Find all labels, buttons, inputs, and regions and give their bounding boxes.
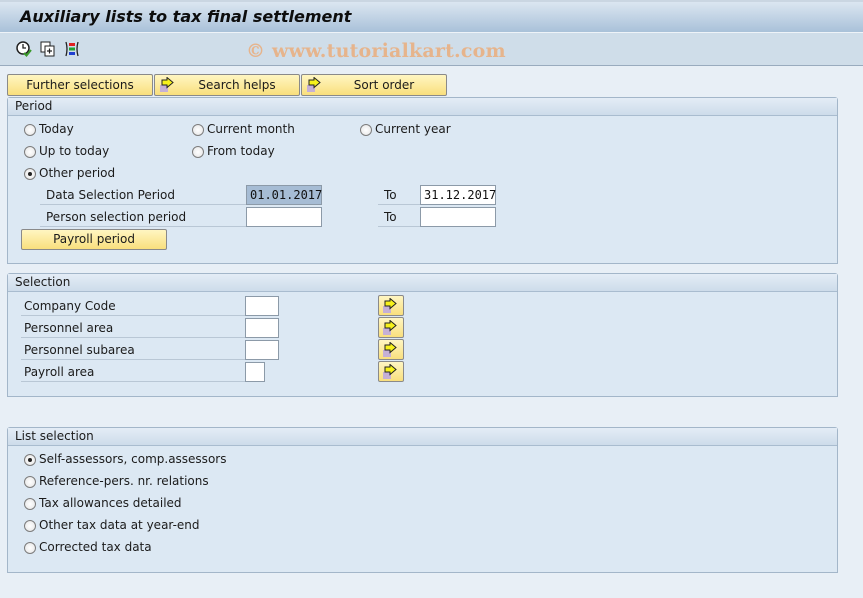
payroll-area-input[interactable] bbox=[245, 362, 265, 382]
radio-self-assessors[interactable] bbox=[24, 454, 36, 466]
personnel-area-multiple-selection-button[interactable] bbox=[378, 317, 404, 338]
radio-current-year[interactable] bbox=[360, 124, 372, 136]
company-code-multiple-selection-button[interactable] bbox=[378, 295, 404, 316]
personnel-area-label: Personnel area bbox=[21, 318, 245, 338]
personnel-subarea-input[interactable] bbox=[245, 340, 279, 360]
radio-current-year-label: Current year bbox=[375, 122, 451, 136]
radio-up-to-today-label: Up to today bbox=[39, 144, 110, 158]
radio-corrected-tax-data[interactable] bbox=[24, 542, 36, 554]
selection-options-icon[interactable] bbox=[63, 40, 81, 58]
arrow-right-icon bbox=[159, 76, 177, 93]
person-selection-period-from-input[interactable] bbox=[246, 207, 322, 227]
watermark: © www.tutorialkart.com bbox=[246, 40, 506, 62]
page-title: Auxiliary lists to tax final settlement bbox=[20, 7, 352, 26]
selection-group: Selection Company Code Personnel area Pe… bbox=[7, 273, 838, 397]
list-selection-heading: List selection bbox=[8, 428, 837, 446]
radio-tax-allowances-detailed[interactable] bbox=[24, 498, 36, 510]
radio-current-month-label: Current month bbox=[207, 122, 295, 136]
personnel-subarea-label: Personnel subarea bbox=[21, 340, 245, 360]
person-selection-period-to-label: To bbox=[378, 207, 420, 227]
radio-from-today[interactable] bbox=[192, 146, 204, 158]
sort-order-label: Sort order bbox=[353, 78, 415, 92]
data-selection-period-from-input[interactable]: 01.01.2017 bbox=[246, 185, 322, 205]
search-helps-label: Search helps bbox=[198, 78, 276, 92]
data-selection-period-to-label: To bbox=[378, 185, 420, 205]
further-selections-label: Further selections bbox=[26, 78, 134, 92]
payroll-period-button[interactable]: Payroll period bbox=[21, 229, 167, 250]
arrow-right-icon bbox=[383, 364, 397, 379]
radio-other-period-label: Other period bbox=[39, 166, 116, 180]
radio-corrected-tax-data-label: Corrected tax data bbox=[39, 540, 152, 554]
personnel-subarea-multiple-selection-button[interactable] bbox=[378, 339, 404, 360]
person-selection-period-to-input[interactable] bbox=[420, 207, 496, 227]
data-selection-period-to-input[interactable]: 31.12.2017 bbox=[420, 185, 496, 205]
radio-tax-allowances-detailed-label: Tax allowances detailed bbox=[39, 496, 182, 510]
arrow-right-icon bbox=[306, 76, 324, 93]
get-variant-icon[interactable] bbox=[39, 40, 57, 58]
period-heading: Period bbox=[8, 98, 837, 116]
radio-today-label: Today bbox=[39, 122, 74, 136]
data-selection-period-label: Data Selection Period bbox=[40, 185, 246, 205]
radio-self-assessors-label: Self-assessors, comp.assessors bbox=[39, 452, 227, 466]
arrow-right-icon bbox=[383, 342, 397, 357]
radio-today[interactable] bbox=[24, 124, 36, 136]
selection-heading: Selection bbox=[8, 274, 837, 292]
arrow-right-icon bbox=[383, 320, 397, 335]
radio-other-tax-data[interactable] bbox=[24, 520, 36, 532]
personnel-area-input[interactable] bbox=[245, 318, 279, 338]
list-selection-group: List selection Self-assessors, comp.asse… bbox=[7, 427, 838, 573]
radio-other-tax-data-label: Other tax data at year-end bbox=[39, 518, 200, 532]
company-code-label: Company Code bbox=[21, 296, 245, 316]
payroll-area-label: Payroll area bbox=[21, 362, 245, 382]
application-toolbar: © www.tutorialkart.com bbox=[0, 33, 863, 66]
radio-current-month[interactable] bbox=[192, 124, 204, 136]
payroll-area-multiple-selection-button[interactable] bbox=[378, 361, 404, 382]
further-selections-button[interactable]: Further selections bbox=[7, 74, 153, 96]
arrow-right-icon bbox=[383, 298, 397, 313]
execute-clock-icon[interactable] bbox=[15, 40, 33, 58]
title-bar: Auxiliary lists to tax final settlement bbox=[0, 0, 863, 33]
company-code-input[interactable] bbox=[245, 296, 279, 316]
period-group: Period Today Current month Current year … bbox=[7, 97, 838, 264]
radio-from-today-label: From today bbox=[207, 144, 275, 158]
person-selection-period-label: Person selection period bbox=[40, 207, 246, 227]
search-helps-button[interactable]: Search helps bbox=[154, 74, 300, 96]
radio-up-to-today[interactable] bbox=[24, 146, 36, 158]
radio-reference-pers-relations[interactable] bbox=[24, 476, 36, 488]
radio-other-period[interactable] bbox=[24, 168, 36, 180]
sort-order-button[interactable]: Sort order bbox=[301, 74, 447, 96]
radio-reference-pers-relations-label: Reference-pers. nr. relations bbox=[39, 474, 209, 488]
